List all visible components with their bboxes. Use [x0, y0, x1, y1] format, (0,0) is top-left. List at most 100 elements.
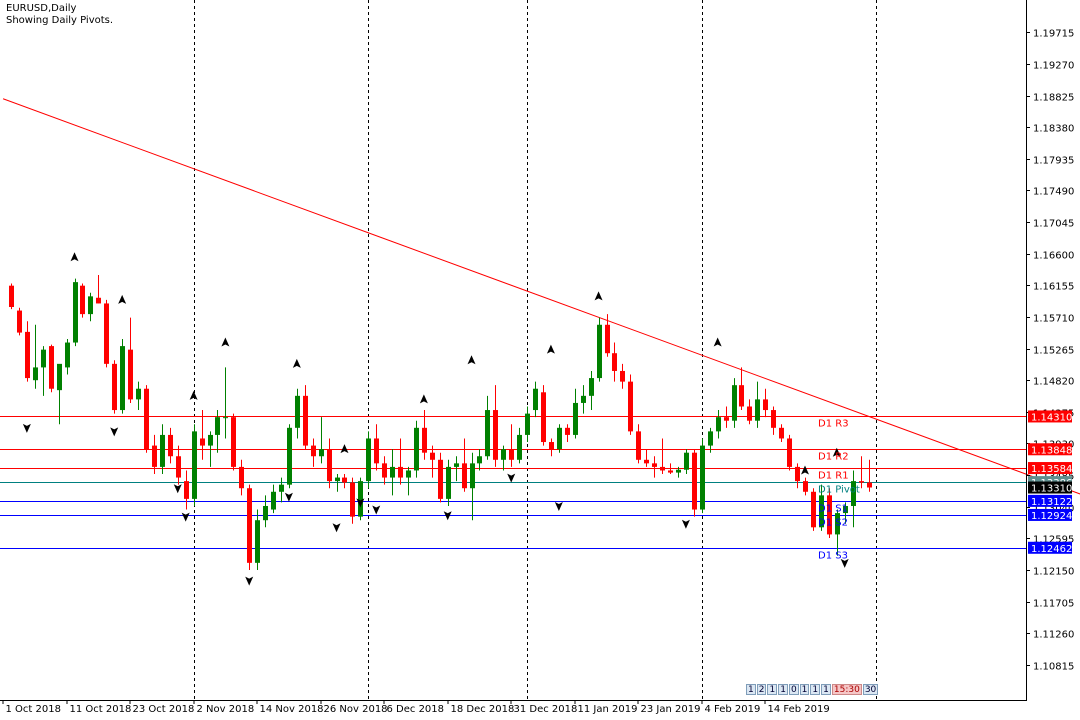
candle-body — [231, 417, 236, 467]
candle-body — [96, 297, 101, 304]
candle-body — [287, 427, 292, 485]
candle-body — [41, 349, 46, 368]
candle-body — [565, 427, 570, 435]
period-button[interactable]: 1 — [778, 684, 788, 695]
candle — [9, 283, 14, 310]
candle — [700, 438, 705, 514]
period-button[interactable]: 1 — [799, 684, 810, 695]
candle — [17, 307, 22, 336]
candle-body — [859, 481, 864, 483]
period-button[interactable]: 15:30 — [831, 684, 862, 695]
candle-body — [795, 466, 800, 482]
period-button[interactable]: 1 — [821, 684, 831, 695]
candle — [350, 477, 355, 524]
candle-body — [732, 385, 737, 421]
candle — [41, 346, 46, 396]
candle — [779, 424, 784, 443]
candle-body — [525, 413, 530, 435]
y-tick-label: 1.11260 — [1033, 630, 1074, 641]
candle-body — [589, 378, 594, 396]
candle-body — [541, 392, 546, 443]
candle — [374, 424, 379, 471]
period-separators — [194, 0, 877, 700]
candle-body — [573, 402, 578, 435]
candle — [184, 470, 189, 510]
candle-body — [279, 484, 284, 492]
price-axis[interactable]: 1.19715 1.19270 1.18825 1.18380 1.17935 1.174… — [1026, 29, 1074, 673]
period-selector[interactable]: 1 2 1 1 0 1 1 1 15:30 30 — [746, 684, 879, 695]
fractal-down-arrow-icon — [22, 423, 31, 433]
period-button[interactable]: 1 — [767, 684, 778, 695]
candle — [867, 459, 872, 492]
candle — [422, 410, 427, 460]
period-button[interactable]: 1 — [746, 684, 756, 695]
candle-body — [112, 363, 117, 411]
candle — [279, 477, 284, 503]
candle — [747, 399, 752, 425]
fractal-up-arrow-icon — [594, 291, 603, 301]
fractal-up-arrow-icon — [467, 355, 476, 365]
candle — [636, 424, 641, 464]
candle-body — [382, 463, 387, 478]
candle-body — [549, 442, 554, 450]
candle-body — [739, 385, 744, 407]
candle — [589, 370, 594, 411]
candle-body — [120, 346, 125, 411]
candle-body — [827, 495, 832, 535]
candle — [462, 438, 467, 492]
period-button[interactable]: 2 — [756, 684, 767, 695]
pivot-line-label: D1 S3 — [818, 551, 848, 562]
candle — [533, 381, 538, 418]
candle-body — [557, 427, 562, 450]
x-tick-label: 23 Jan 2019 — [641, 704, 701, 715]
candle — [168, 427, 173, 464]
candle-body — [17, 310, 22, 333]
candle-body — [25, 331, 30, 379]
pivot-price-tag: 1.12462 — [1028, 541, 1072, 555]
candle — [811, 488, 816, 531]
y-tick-label: 1.12150 — [1033, 567, 1074, 578]
chart-symbol-title: EURUSD,Daily — [6, 3, 77, 14]
fractal-up-arrow-icon — [419, 394, 428, 404]
candle — [763, 388, 768, 418]
candle — [739, 367, 744, 411]
candle — [128, 317, 133, 403]
candle — [755, 381, 760, 428]
candle — [271, 484, 276, 514]
candle-body — [414, 427, 419, 471]
price-chart[interactable]: D1 R3 D1 R2 D1 R1 D1 Pivot D1 S1 D1 S2 D1 S3 1… — [0, 0, 1080, 720]
candle-body — [470, 463, 475, 489]
candle-body — [493, 410, 498, 460]
period-button[interactable]: 30 — [862, 684, 879, 695]
pivot-line-label: D1 R3 — [818, 419, 849, 430]
candle-body — [49, 346, 54, 389]
candle-body — [215, 417, 220, 435]
candle-body — [358, 481, 363, 517]
candle — [787, 434, 792, 471]
x-tick-label: 4 Feb 2019 — [705, 704, 761, 715]
candle-body — [676, 469, 681, 473]
candle-body — [398, 466, 403, 478]
x-tick-label: 11 Oct 2018 — [70, 704, 132, 715]
period-button[interactable]: 0 — [788, 684, 799, 695]
candle — [57, 363, 62, 425]
candle-body — [33, 367, 38, 381]
candle — [358, 477, 363, 521]
candle — [390, 449, 395, 496]
pivot-price-tag-text: 1.12462 — [1031, 544, 1072, 555]
candle-body — [620, 370, 625, 382]
time-axis[interactable]: 1 Oct 2018 11 Oct 2018 23 Oct 2018 2 Nov 20… — [2, 700, 830, 715]
fractal-down-arrow-icon — [110, 427, 119, 437]
candle-body — [517, 434, 522, 460]
candle-body — [597, 324, 602, 379]
candle — [247, 484, 252, 570]
candle-body — [446, 466, 451, 499]
candle — [136, 381, 141, 411]
candle-body — [509, 449, 514, 460]
candle — [517, 427, 522, 464]
candle — [239, 459, 244, 496]
candle-body — [152, 445, 157, 467]
candle — [80, 283, 85, 318]
candle — [104, 299, 109, 368]
period-button[interactable]: 1 — [810, 684, 821, 695]
